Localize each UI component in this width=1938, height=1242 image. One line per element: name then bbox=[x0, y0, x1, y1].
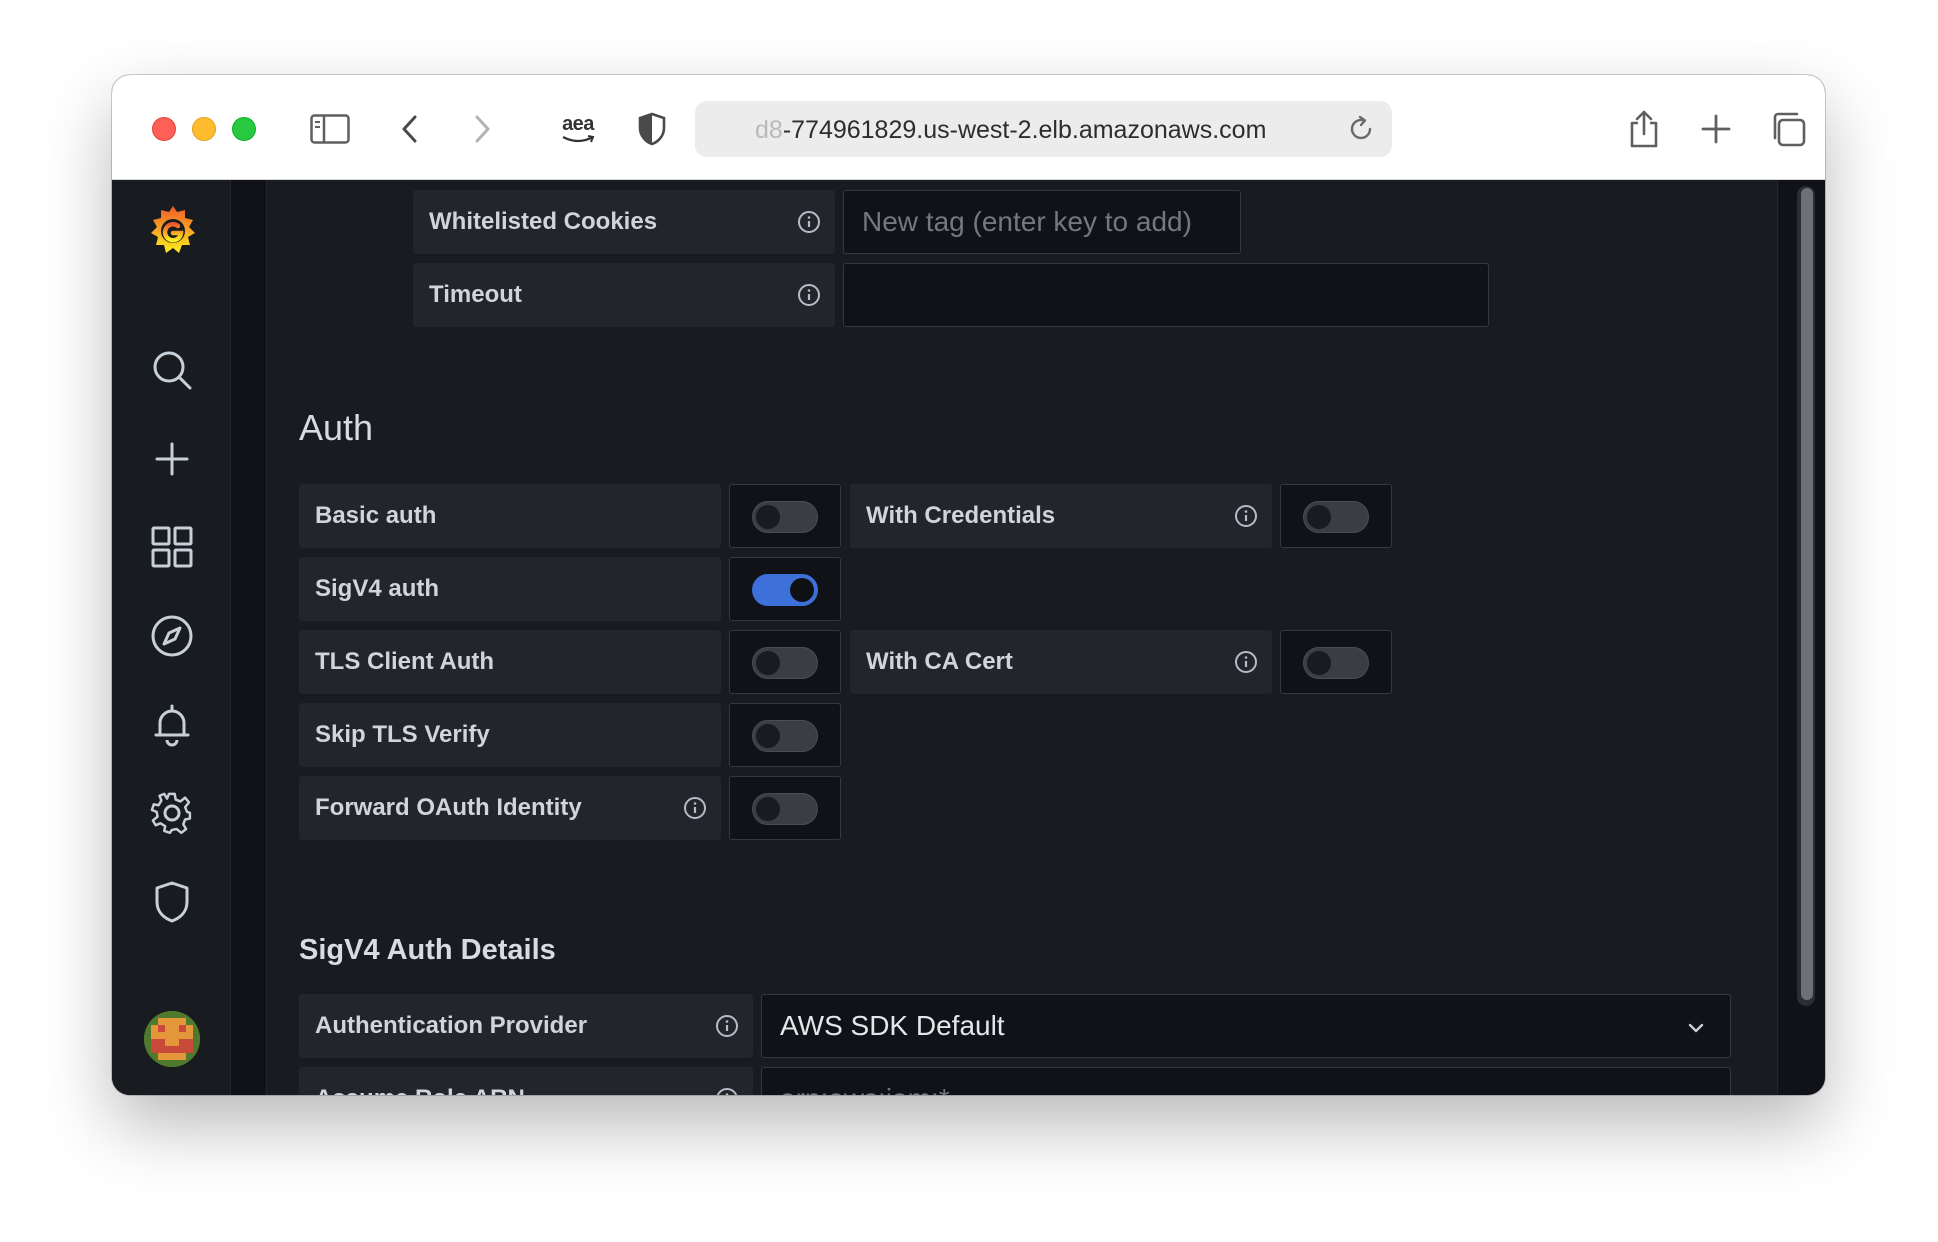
url-text: d8-774961829.us-west-2.elb.amazonaws.com bbox=[755, 116, 1267, 144]
timeout-label: Timeout bbox=[413, 263, 835, 327]
whitelisted-cookies-input[interactable]: New tag (enter key to add) bbox=[843, 190, 1241, 254]
explore-compass-icon[interactable] bbox=[147, 611, 197, 661]
with-credentials-label: With Credentials bbox=[850, 484, 1272, 548]
skip-tls-verify-label: Skip TLS Verify bbox=[299, 703, 721, 767]
browser-window: aea d8-774961829.us-west-2.elb.amazonaws… bbox=[112, 75, 1825, 1095]
toggle-switch[interactable] bbox=[1303, 501, 1369, 533]
assume-role-arn-input[interactable]: arn:aws:iam:* bbox=[761, 1067, 1731, 1095]
create-plus-icon[interactable] bbox=[147, 434, 197, 484]
auth-section-title: Auth bbox=[299, 407, 374, 448]
tls-client-auth-label: TLS Client Auth bbox=[299, 630, 721, 694]
skip-tls-verify-toggle[interactable] bbox=[729, 703, 841, 767]
toggle-switch[interactable] bbox=[752, 647, 818, 679]
sigv4-auth-label: SigV4 auth bbox=[299, 557, 721, 621]
tab-overview-icon[interactable] bbox=[1764, 105, 1812, 153]
whitelisted-cookies-label: Whitelisted Cookies bbox=[413, 190, 835, 254]
reload-icon[interactable] bbox=[1346, 114, 1376, 144]
toggle-switch[interactable] bbox=[752, 501, 818, 533]
chevron-down-icon bbox=[1684, 1015, 1708, 1039]
amazon-extension-icon[interactable]: aea bbox=[554, 105, 602, 153]
configuration-gear-icon[interactable] bbox=[147, 788, 197, 838]
info-icon[interactable] bbox=[715, 1087, 739, 1095]
forward-oauth-toggle[interactable] bbox=[729, 776, 841, 840]
tls-client-auth-toggle[interactable] bbox=[729, 630, 841, 694]
new-tab-icon[interactable] bbox=[1692, 105, 1740, 153]
back-icon[interactable] bbox=[386, 105, 434, 153]
auth-provider-label: Authentication Provider bbox=[299, 994, 753, 1058]
sigv4-details-title: SigV4 Auth Details bbox=[299, 934, 556, 966]
server-admin-shield-icon[interactable] bbox=[147, 877, 197, 927]
basic-auth-toggle[interactable] bbox=[729, 484, 841, 548]
grafana-app: Whitelisted Cookies New tag (enter key t… bbox=[112, 180, 1825, 1095]
grafana-logo-icon[interactable] bbox=[145, 202, 201, 258]
toggle-switch[interactable] bbox=[752, 793, 818, 825]
minimize-window-button[interactable] bbox=[192, 117, 216, 141]
info-icon[interactable] bbox=[1234, 650, 1258, 674]
assume-role-arn-label: Assume Role ARN bbox=[299, 1067, 753, 1095]
user-avatar[interactable] bbox=[144, 1011, 200, 1067]
forward-oauth-label: Forward OAuth Identity bbox=[299, 776, 721, 840]
toggle-switch[interactable] bbox=[1303, 647, 1369, 679]
browser-toolbar: aea d8-774961829.us-west-2.elb.amazonaws… bbox=[112, 75, 1825, 180]
toggle-switch[interactable] bbox=[752, 574, 818, 606]
side-navigation bbox=[112, 180, 231, 1095]
maximize-window-button[interactable] bbox=[232, 117, 256, 141]
dashboards-icon[interactable] bbox=[147, 522, 197, 572]
info-icon[interactable] bbox=[1234, 504, 1258, 528]
close-window-button[interactable] bbox=[152, 117, 176, 141]
page-scrollbar-thumb[interactable] bbox=[1801, 188, 1813, 1000]
auth-provider-select[interactable]: AWS SDK Default bbox=[761, 994, 1731, 1058]
privacy-shield-icon[interactable] bbox=[628, 105, 676, 153]
with-credentials-toggle[interactable] bbox=[1280, 484, 1392, 548]
toggle-switch[interactable] bbox=[752, 720, 818, 752]
timeout-input[interactable] bbox=[843, 263, 1489, 327]
address-bar[interactable]: d8-774961829.us-west-2.elb.amazonaws.com bbox=[695, 101, 1392, 157]
info-icon[interactable] bbox=[797, 283, 821, 307]
sidebar-toggle-icon[interactable] bbox=[306, 105, 354, 153]
forward-icon[interactable] bbox=[458, 105, 506, 153]
with-ca-cert-label: With CA Cert bbox=[850, 630, 1272, 694]
share-icon[interactable] bbox=[1620, 105, 1668, 153]
basic-auth-label: Basic auth bbox=[299, 484, 721, 548]
search-icon[interactable] bbox=[147, 345, 197, 395]
sigv4-auth-toggle[interactable] bbox=[729, 557, 841, 621]
datasource-settings-panel: Whitelisted Cookies New tag (enter key t… bbox=[266, 180, 1778, 1095]
with-ca-cert-toggle[interactable] bbox=[1280, 630, 1392, 694]
info-icon[interactable] bbox=[797, 210, 821, 234]
info-icon[interactable] bbox=[683, 796, 707, 820]
info-icon[interactable] bbox=[715, 1014, 739, 1038]
alerting-bell-icon[interactable] bbox=[147, 700, 197, 750]
